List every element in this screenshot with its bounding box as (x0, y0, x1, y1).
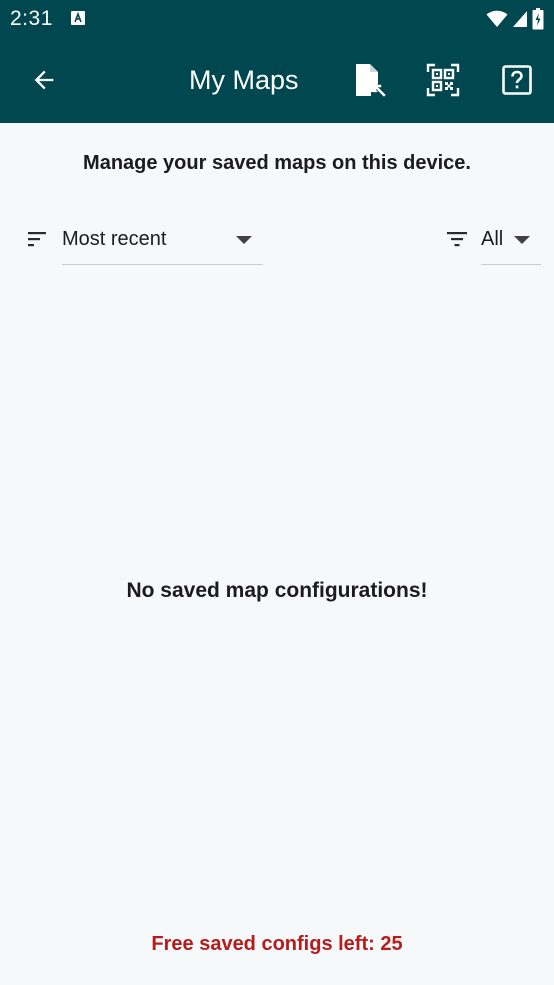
filter-icon (447, 232, 467, 247)
status-time: 2:31 (10, 7, 53, 30)
import-file-button[interactable] (348, 58, 392, 102)
wifi-icon (486, 10, 508, 27)
status-bar: 2:31 (0, 0, 554, 38)
scan-qr-button[interactable] (421, 58, 465, 102)
sort-selected-value: Most recent (62, 228, 167, 250)
battery-charging-icon (532, 8, 544, 30)
arrow-left-icon (34, 70, 54, 90)
font-a-icon (71, 11, 85, 25)
empty-state-message: No saved map configurations! (126, 579, 428, 602)
file-import-icon (356, 64, 386, 97)
caret-down-icon (236, 236, 252, 244)
app-bar: My Maps (0, 38, 554, 123)
cell-signal-icon (513, 11, 527, 27)
sort-icon (28, 232, 46, 247)
free-configs-remaining: Free saved configs left: 25 (151, 933, 403, 955)
filter-selected-value: All (481, 228, 504, 250)
status-icons (486, 7, 544, 31)
sort-dropdown[interactable]: Most recent (62, 222, 263, 265)
help-button[interactable] (495, 58, 539, 102)
back-button[interactable] (22, 58, 66, 102)
caret-down-icon (514, 236, 530, 244)
help-box-icon (502, 65, 532, 95)
page-title: My Maps (189, 65, 299, 95)
qr-code-scan-icon (426, 63, 460, 97)
page-description: Manage your saved maps on this device. (83, 152, 471, 174)
filter-dropdown[interactable]: All (481, 222, 541, 265)
